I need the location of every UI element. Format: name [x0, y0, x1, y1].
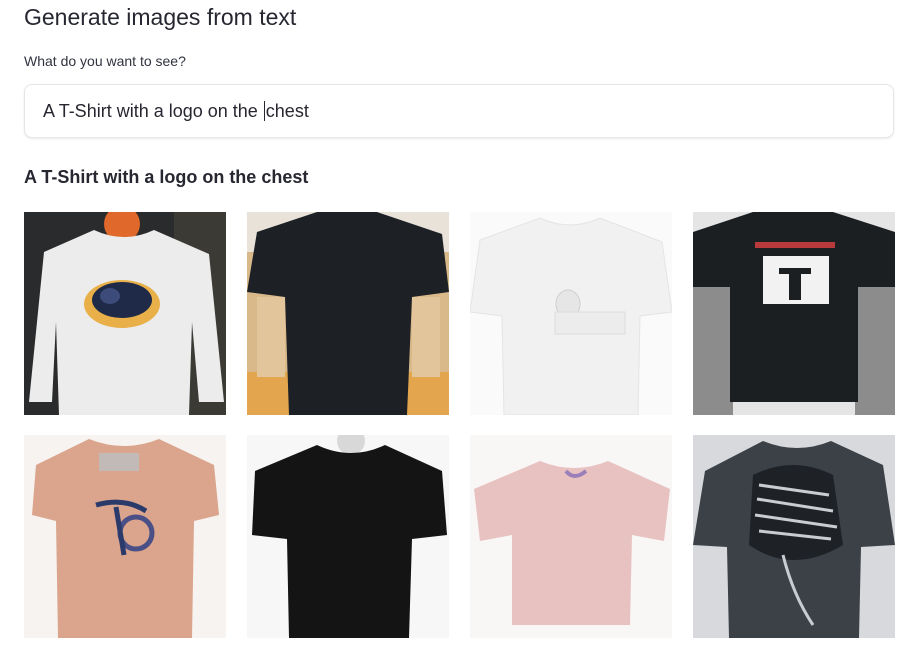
- prompt-input-text-before-caret: A T-Shirt with a logo on the: [43, 100, 263, 121]
- generated-image-7[interactable]: [470, 435, 672, 638]
- results-heading: A T-Shirt with a logo on the chest: [24, 167, 309, 187]
- prompt-input[interactable]: A T-Shirt with a logo on the chest: [24, 84, 894, 138]
- tshirt-image: [24, 212, 226, 415]
- tshirt-image: [693, 212, 895, 415]
- app-root: Generate images from text What do you wa…: [0, 0, 917, 655]
- tshirt-image: [247, 435, 449, 638]
- generated-image-1[interactable]: [24, 212, 226, 415]
- tshirt-image: [693, 435, 895, 638]
- generated-image-8[interactable]: [693, 435, 895, 638]
- tshirt-image: [470, 435, 672, 638]
- tshirt-image: [24, 435, 226, 638]
- tshirt-image: [470, 212, 672, 415]
- tshirt-image: [247, 212, 449, 415]
- generated-image-3[interactable]: [470, 212, 672, 415]
- generated-image-4[interactable]: [693, 212, 895, 415]
- prompt-field-label: What do you want to see?: [24, 53, 186, 69]
- generated-image-2[interactable]: [247, 212, 449, 415]
- generated-image-5[interactable]: [24, 435, 226, 638]
- generated-image-6[interactable]: [247, 435, 449, 638]
- text-caret: [263, 101, 265, 121]
- prompt-input-text-after-caret: chest: [265, 100, 309, 121]
- page-title: Generate images from text: [24, 4, 297, 30]
